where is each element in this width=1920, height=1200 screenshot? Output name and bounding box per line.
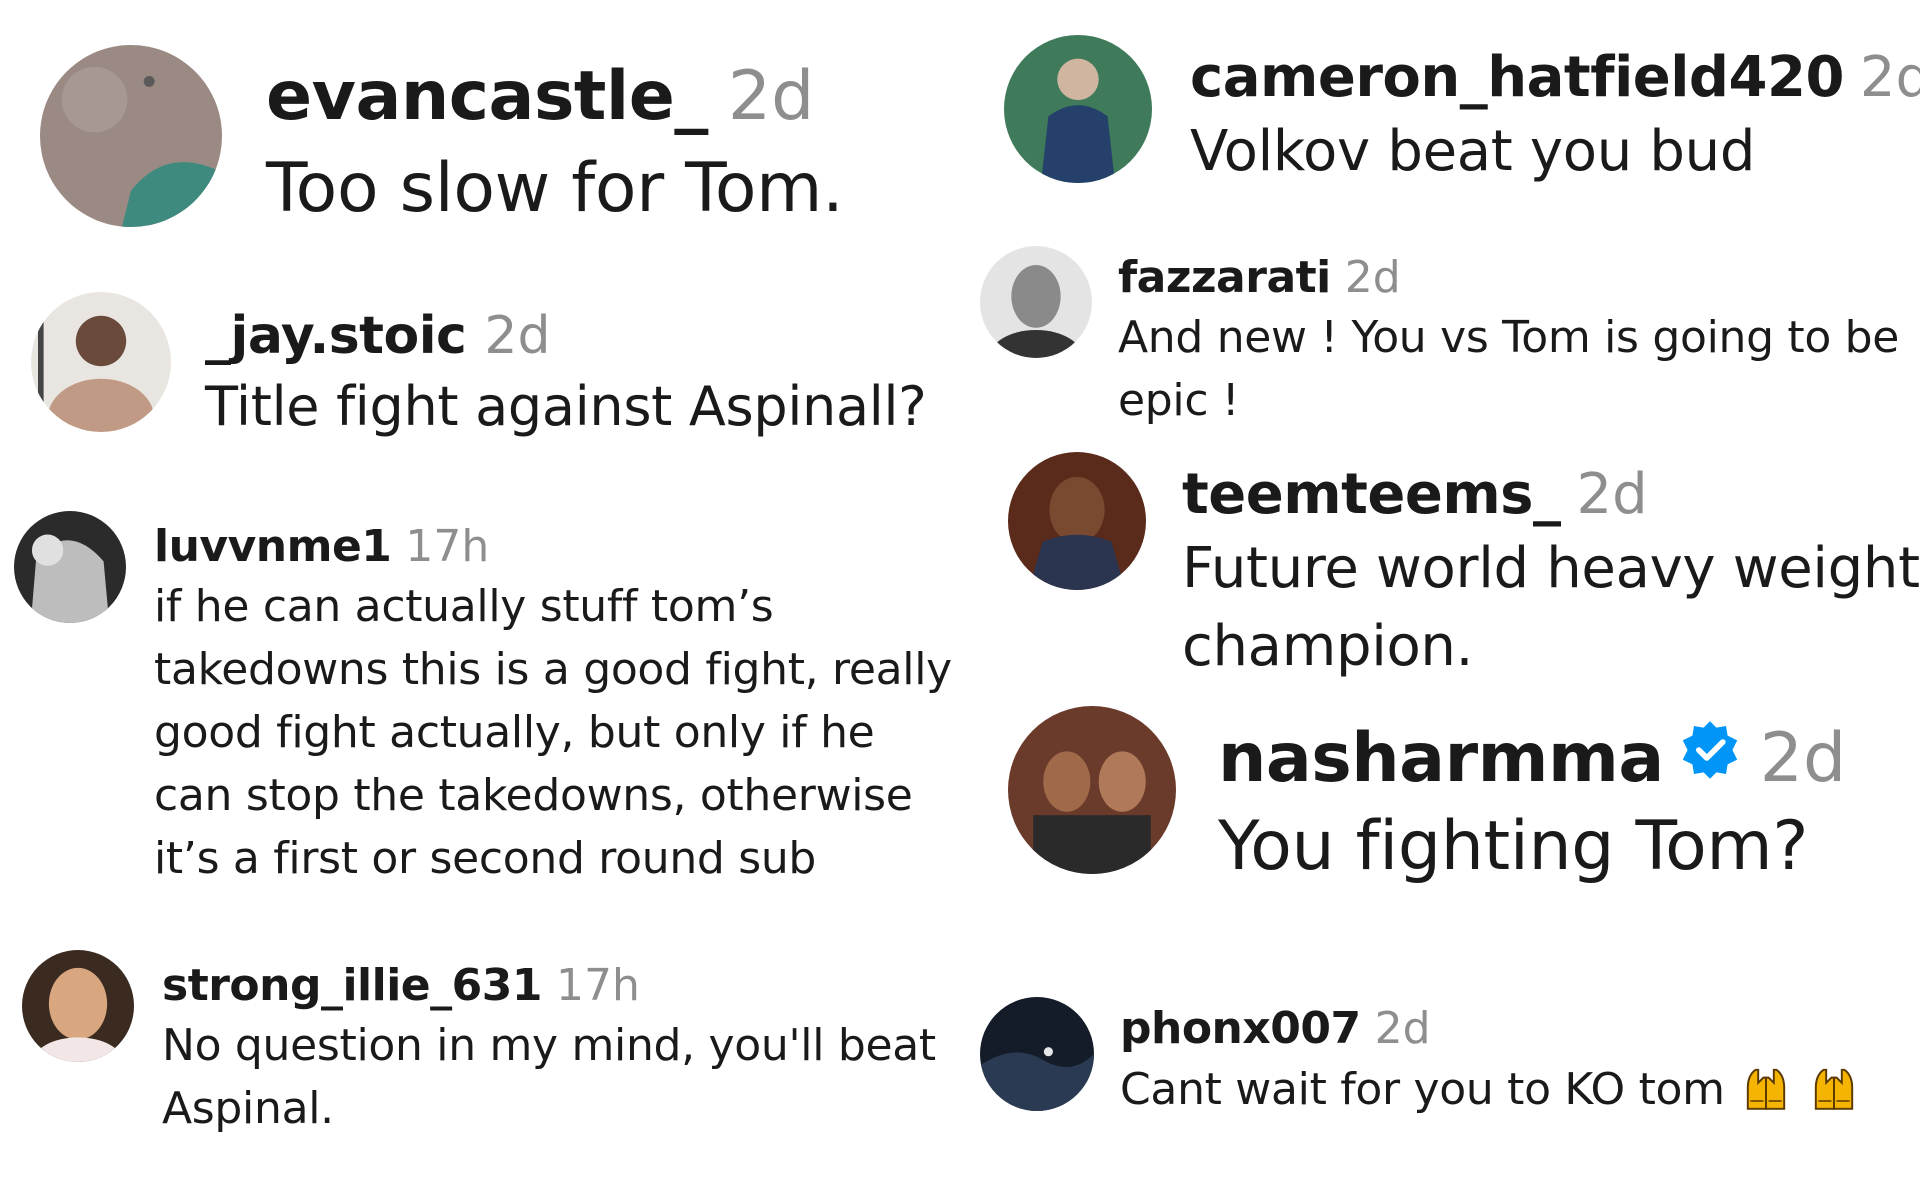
avatar[interactable] [31, 292, 171, 432]
comment-text-line: it’s a first or second round sub [154, 833, 817, 884]
username[interactable]: phonx007 [1120, 1001, 1361, 1057]
avatar[interactable] [1008, 452, 1146, 590]
comment-luvvnme1: luvvnme1 17h if he can actually stuff to… [14, 511, 952, 890]
timestamp[interactable]: 2d [1577, 460, 1648, 530]
comment-text-line: takedowns this is a good fight, really [154, 644, 952, 695]
avatar[interactable] [980, 246, 1092, 358]
comment-text-line: if he can actually stuff tom’s [154, 581, 774, 632]
username[interactable]: luvvnme1 [154, 519, 392, 575]
comment-text: You fighting Tom? [1218, 807, 1809, 886]
username[interactable]: nasharmma [1218, 718, 1664, 800]
comment-text-line: Future world heavy weight [1182, 536, 1920, 601]
avatar[interactable] [1004, 35, 1152, 183]
comment-text: if he can actually stuff tom’s takedowns… [154, 575, 952, 890]
comment-evancastle: evancastle_ 2d Too slow for Tom. [40, 45, 844, 239]
raised-hands-emoji-icon [1740, 1062, 1792, 1114]
username[interactable]: evancastle_ [266, 55, 708, 139]
avatar[interactable] [40, 45, 222, 227]
avatar[interactable] [22, 950, 134, 1062]
comment-text-line: And new ! You vs Tom is going to be [1118, 312, 1900, 363]
timestamp[interactable]: 2d [1345, 250, 1401, 306]
timestamp[interactable]: 17h [556, 958, 640, 1014]
username[interactable]: teemteems_ [1182, 460, 1561, 530]
timestamp[interactable]: 2d [1860, 45, 1920, 111]
comment-text-line: champion. [1182, 614, 1474, 679]
timestamp[interactable]: 2d [1760, 718, 1846, 800]
username[interactable]: _jay.stoic [205, 304, 467, 368]
comment-nasharmma: nasharmma 2d You fighting Tom? [1008, 706, 1846, 893]
raised-hands-emoji-icon [1808, 1062, 1860, 1114]
comment-phonx007: phonx007 2d Cant wait for you to KO tom [980, 997, 1860, 1123]
comment-text: Too slow for Tom. [266, 149, 844, 228]
comment-text: Cant wait for you to KO tom [1120, 1057, 1860, 1123]
timestamp[interactable]: 2d [484, 304, 550, 368]
username[interactable]: cameron_hatfield420 [1190, 45, 1844, 111]
comment-text: Future world heavy weight champion. [1182, 530, 1920, 686]
comment-text-line: Aspinal. [162, 1083, 334, 1134]
comment-teemteems: teemteems_ 2d Future world heavy weight … [1008, 452, 1920, 686]
comment-jay-stoic: _jay.stoic 2d Title fight against Aspina… [31, 292, 927, 446]
comment-cameron-hatfield: cameron_hatfield420 2d Volkov beat you b… [1004, 35, 1920, 193]
timestamp[interactable]: 2d [728, 55, 814, 139]
verified-badge-icon [1678, 718, 1742, 801]
comment-text: Volkov beat you bud [1190, 119, 1756, 184]
username[interactable]: fazzarati [1118, 250, 1331, 306]
timestamp[interactable]: 2d [1375, 1001, 1431, 1057]
avatar[interactable] [1008, 706, 1176, 874]
comment-text: No question in my mind, you'll beat Aspi… [162, 1014, 936, 1140]
comment-strong-illie: strong_illie_631 17h No question in my m… [22, 950, 936, 1140]
avatar[interactable] [14, 511, 126, 623]
comment-text-line: No question in my mind, you'll beat [162, 1020, 936, 1071]
avatar[interactable] [980, 997, 1094, 1111]
timestamp[interactable]: 17h [405, 519, 489, 575]
username[interactable]: strong_illie_631 [162, 958, 543, 1014]
comment-text-line: epic ! [1118, 375, 1240, 426]
comment-text-content: Cant wait for you to KO tom [1120, 1064, 1725, 1115]
comment-text-line: can stop the takedowns, otherwise [154, 770, 913, 821]
comment-text: And new ! You vs Tom is going to be epic… [1118, 306, 1899, 432]
comment-text-line: good fight actually, but only if he [154, 707, 875, 758]
comment-fazzarati: fazzarati 2d And new ! You vs Tom is goi… [980, 246, 1899, 432]
comment-text: Title fight against Aspinall? [205, 375, 927, 438]
